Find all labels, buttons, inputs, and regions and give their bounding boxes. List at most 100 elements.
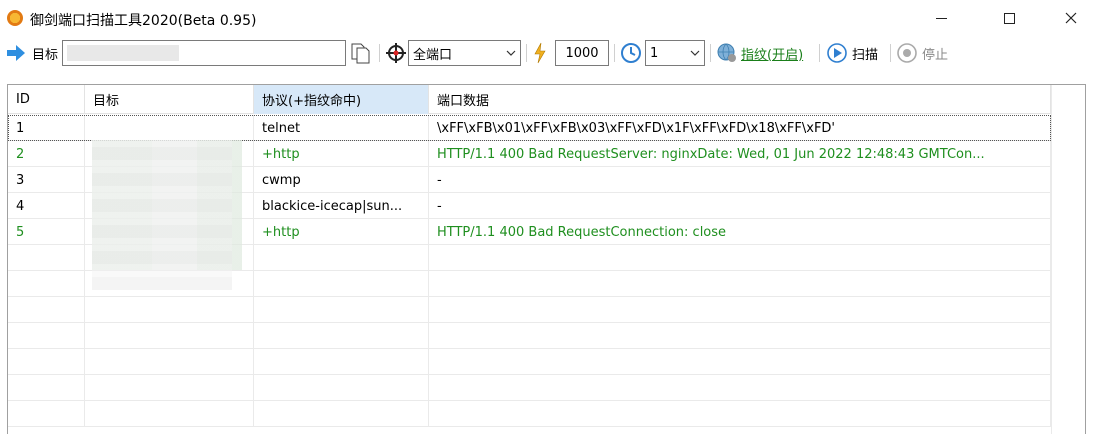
toolbar: 目标 全端口 1000 1 指纹(开启) 扫描 停止 — [0, 36, 1095, 70]
toolbar-separator — [614, 44, 615, 62]
app-logo-icon — [7, 10, 23, 26]
cell-protocol — [254, 401, 429, 427]
cell-id — [8, 297, 85, 323]
cell-port-data: - — [429, 167, 1051, 193]
table-header: ID 目标 协议(+指纹命中) 端口数据 — [8, 85, 1051, 114]
empty-row — [8, 375, 1051, 401]
minimize-icon — [935, 17, 947, 19]
clock-icon — [621, 43, 641, 63]
toolbar-separator — [379, 44, 380, 62]
cell-id: 5 — [8, 219, 85, 245]
cell-protocol: +http — [254, 219, 429, 245]
cell-id — [8, 271, 85, 297]
cell-target — [85, 297, 254, 323]
port-mode-select[interactable]: 全端口 — [408, 40, 521, 66]
cell-port-data: HTTP/1.1 400 Bad RequestServer: nginxDat… — [429, 141, 1051, 167]
scan-label: 扫描 — [852, 47, 879, 63]
cell-id — [8, 245, 85, 271]
cell-protocol — [254, 297, 429, 323]
fingerprint-label: 指纹(开启) — [741, 47, 804, 63]
cell-port-data: - — [429, 193, 1051, 219]
crosshair-icon — [386, 43, 406, 63]
cell-protocol — [254, 323, 429, 349]
cell-target — [85, 349, 254, 375]
chevron-down-icon — [502, 41, 520, 65]
cell-protocol — [254, 245, 429, 271]
cell-port-data — [429, 401, 1051, 427]
target-label-group: 目标 — [6, 36, 58, 70]
copy-file-icon — [351, 43, 370, 64]
stop-icon — [897, 43, 917, 63]
cell-port-data — [429, 323, 1051, 349]
cell-id: 1 — [8, 115, 85, 141]
column-header-port-data[interactable]: 端口数据 — [429, 85, 1051, 114]
column-header-target[interactable]: 目标 — [85, 85, 254, 114]
empty-row — [8, 297, 1051, 323]
lightning-icon — [534, 42, 546, 64]
cell-protocol: telnet — [254, 115, 429, 141]
threads-icon-wrap — [533, 36, 547, 70]
cell-id: 3 — [8, 167, 85, 193]
stop-label: 停止 — [922, 47, 949, 63]
scan-button[interactable]: 扫描 — [826, 36, 878, 70]
redacted-target — [67, 45, 179, 61]
cell-protocol: +http — [254, 141, 429, 167]
column-header-protocol[interactable]: 协议(+指纹命中) — [254, 85, 429, 114]
cell-port-data: HTTP/1.1 400 Bad RequestConnection: clos… — [429, 219, 1051, 245]
threads-input[interactable]: 1000 — [555, 40, 609, 66]
cell-port-data — [429, 271, 1051, 297]
grid-line — [1051, 85, 1052, 434]
cell-id: 2 — [8, 141, 85, 167]
empty-row — [8, 349, 1051, 375]
column-header-id[interactable]: ID — [8, 85, 85, 114]
toolbar-separator — [819, 44, 820, 62]
redacted-targets-overlay — [92, 140, 232, 290]
cell-port-data — [429, 375, 1051, 401]
empty-row — [8, 401, 1051, 427]
threads-value: 1000 — [565, 45, 599, 61]
target-label: 目标 — [32, 47, 59, 63]
cell-target — [85, 115, 254, 141]
cell-protocol: blackice-icecap|sun... — [254, 193, 429, 219]
cell-id — [8, 323, 85, 349]
stop-button[interactable]: 停止 — [896, 36, 948, 70]
cell-target — [85, 375, 254, 401]
maximize-icon — [1003, 12, 1015, 24]
cell-protocol — [254, 375, 429, 401]
cell-id: 4 — [8, 193, 85, 219]
cell-port-data — [429, 349, 1051, 375]
cell-protocol: cwmp — [254, 167, 429, 193]
target-input[interactable] — [62, 40, 346, 66]
cell-port-data — [429, 297, 1051, 323]
timeout-value: 1 — [650, 45, 659, 61]
toolbar-separator — [526, 44, 527, 62]
play-icon — [827, 43, 847, 63]
minimize-button[interactable] — [918, 0, 964, 36]
window-title: 御剑端口扫描工具2020(Beta 0.95) — [30, 13, 257, 29]
cell-id — [8, 401, 85, 427]
timeout-icon-wrap — [620, 36, 642, 70]
toolbar-separator — [710, 44, 711, 62]
cell-port-data: \xFF\xFB\x01\xFF\xFB\x03\xFF\xFD\x1F\xFF… — [429, 115, 1051, 141]
port-mode-value: 全端口 — [413, 47, 453, 63]
cell-protocol — [254, 271, 429, 297]
cell-id — [8, 349, 85, 375]
port-mode-icon-wrap — [385, 36, 407, 70]
maximize-button[interactable] — [986, 0, 1032, 36]
fingerprint-toggle[interactable]: 指纹(开启) — [716, 36, 803, 70]
title-bar: 御剑端口扫描工具2020(Beta 0.95) — [0, 0, 1095, 36]
results-table[interactable]: ID 目标 协议(+指纹命中) 端口数据 1 telnet \xFF\xFB\x01… — [7, 84, 1086, 434]
cell-id — [8, 375, 85, 401]
close-button[interactable] — [1048, 0, 1094, 36]
timeout-select[interactable]: 1 — [645, 40, 705, 66]
toolbar-separator — [890, 44, 891, 62]
table-row[interactable]: 1 telnet \xFF\xFB\x01\xFF\xFB\x03\xFF\xFD\… — [8, 115, 1051, 141]
arrow-right-icon — [7, 45, 25, 61]
empty-row — [8, 323, 1051, 349]
globe-fingerprint-icon — [717, 43, 736, 62]
chevron-down-icon — [686, 41, 704, 65]
cell-target — [85, 323, 254, 349]
cell-target — [85, 401, 254, 427]
close-icon — [1065, 12, 1077, 24]
import-button[interactable] — [349, 36, 371, 70]
